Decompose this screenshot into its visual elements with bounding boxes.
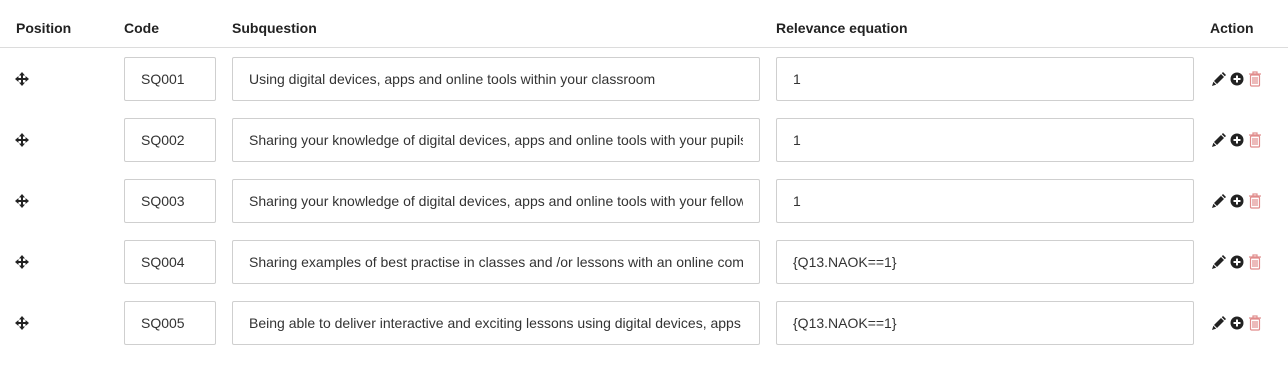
- header-code: Code: [124, 20, 159, 36]
- plus-circle-icon[interactable]: [1230, 193, 1245, 209]
- table-row: [0, 301, 1288, 347]
- subquestion-input[interactable]: [232, 301, 760, 345]
- pencil-icon[interactable]: [1211, 254, 1226, 270]
- relevance-equation-input[interactable]: [776, 240, 1194, 284]
- code-input[interactable]: [124, 118, 216, 162]
- subquestion-input[interactable]: [232, 57, 760, 101]
- row-actions: [1211, 254, 1271, 270]
- header-action: Action: [1210, 20, 1254, 36]
- move-arrows-icon[interactable]: [15, 194, 29, 208]
- relevance-equation-input[interactable]: [776, 118, 1194, 162]
- trash-icon[interactable]: [1248, 193, 1263, 209]
- row-actions: [1211, 132, 1271, 148]
- move-arrows-icon[interactable]: [15, 72, 29, 86]
- table-row: [0, 57, 1288, 103]
- trash-icon[interactable]: [1248, 71, 1263, 87]
- code-input[interactable]: [124, 179, 216, 223]
- move-arrows-icon[interactable]: [15, 133, 29, 147]
- pencil-icon[interactable]: [1211, 71, 1226, 87]
- plus-circle-icon[interactable]: [1230, 315, 1245, 331]
- row-actions: [1211, 193, 1271, 209]
- plus-circle-icon[interactable]: [1230, 71, 1245, 87]
- code-input[interactable]: [124, 240, 216, 284]
- trash-icon[interactable]: [1248, 132, 1263, 148]
- plus-circle-icon[interactable]: [1230, 132, 1245, 148]
- table-row: [0, 240, 1288, 286]
- code-input[interactable]: [124, 301, 216, 345]
- relevance-equation-input[interactable]: [776, 179, 1194, 223]
- move-arrows-icon[interactable]: [15, 255, 29, 269]
- row-actions: [1211, 71, 1271, 87]
- trash-icon[interactable]: [1248, 254, 1263, 270]
- pencil-icon[interactable]: [1211, 193, 1226, 209]
- subquestion-input[interactable]: [232, 118, 760, 162]
- plus-circle-icon[interactable]: [1230, 254, 1245, 270]
- header-relevance-equation: Relevance equation: [776, 20, 908, 36]
- relevance-equation-input[interactable]: [776, 301, 1194, 345]
- table-row: [0, 179, 1288, 225]
- pencil-icon[interactable]: [1211, 132, 1226, 148]
- relevance-equation-input[interactable]: [776, 57, 1194, 101]
- table-row: [0, 118, 1288, 164]
- move-arrows-icon[interactable]: [15, 316, 29, 330]
- header-position: Position: [16, 20, 72, 36]
- row-actions: [1211, 315, 1271, 331]
- pencil-icon[interactable]: [1211, 315, 1226, 331]
- header-subquestion: Subquestion: [232, 20, 317, 36]
- subquestion-input[interactable]: [232, 179, 760, 223]
- subquestion-input[interactable]: [232, 240, 760, 284]
- code-input[interactable]: [124, 57, 216, 101]
- table-header: Position Code Subquestion Relevance equa…: [0, 0, 1288, 48]
- trash-icon[interactable]: [1248, 315, 1263, 331]
